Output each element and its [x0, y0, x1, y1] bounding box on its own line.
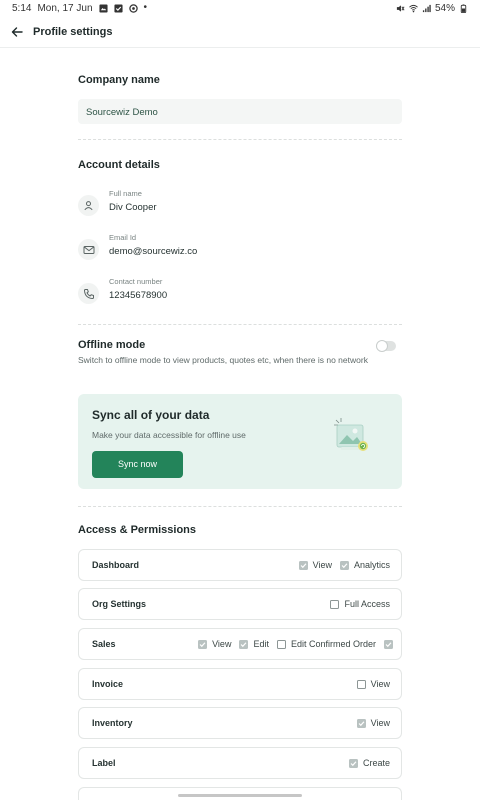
sales-edit-checkbox[interactable]: Edit	[239, 639, 269, 649]
option-label: View	[370, 679, 390, 689]
page-title: Profile settings	[33, 25, 113, 38]
access-permissions-heading: Access & Permissions	[78, 524, 197, 536]
permission-row-org-settings: Org Settings Full Access	[78, 588, 402, 620]
email-label: Email Id	[109, 233, 137, 242]
email-value: demo@sourcewiz.co	[109, 246, 198, 257]
battery-percent: 54%	[434, 2, 455, 14]
section-divider	[78, 506, 402, 507]
gallery-notification-icon	[98, 3, 108, 13]
section-divider	[78, 139, 402, 140]
checkbox-checked-icon	[239, 639, 249, 649]
contact-number-value: 12345678900	[109, 290, 168, 301]
checkbox-unchecked-icon	[276, 639, 286, 649]
image-sync-icon	[334, 418, 368, 451]
user-icon	[78, 195, 99, 216]
sales-view-checkbox[interactable]: View	[198, 639, 231, 649]
permission-options: Full Access	[330, 589, 390, 619]
option-label: View	[212, 639, 232, 649]
checkbox-unchecked-icon	[356, 679, 366, 689]
phone-icon	[78, 283, 99, 304]
mail-icon	[78, 239, 99, 260]
home-indicator[interactable]	[178, 794, 302, 797]
permission-row-sales: Sales View Edit Edit Confirmed Order	[78, 628, 402, 660]
more-notifications-dot-icon: •	[143, 2, 148, 13]
checkbox-unchecked-icon	[330, 599, 340, 609]
permission-options: View	[356, 669, 390, 699]
option-label: Create	[362, 758, 390, 768]
checkbox-checked-icon	[384, 639, 393, 649]
permission-options: View	[356, 708, 390, 738]
invoice-view-checkbox[interactable]: View	[356, 679, 390, 689]
permission-row-dashboard: Dashboard View Analytics	[78, 549, 402, 581]
permission-name: Sales	[92, 639, 116, 649]
permission-options: View Edit Edit Confirmed Order	[198, 629, 398, 659]
email-row: Email Id demo@sourcewiz.co	[78, 233, 402, 267]
permission-name: Label	[92, 758, 116, 768]
permission-row-inventory: Inventory View	[78, 707, 402, 739]
arrow-left-icon	[11, 26, 23, 37]
sync-notification-icon	[128, 3, 138, 13]
offline-mode-toggle[interactable]	[376, 340, 396, 352]
offline-mode-description: Switch to offline mode to view products,…	[78, 355, 368, 365]
option-label: View	[312, 560, 332, 570]
status-time: 5:14	[12, 2, 32, 14]
sync-card: Sync all of your data Make your data acc…	[78, 394, 402, 489]
permission-options: View Analytics	[298, 550, 390, 580]
permission-name: Inventory	[92, 718, 133, 728]
checkbox-checked-icon	[198, 639, 208, 649]
permission-options: Create	[348, 748, 390, 778]
section-divider	[78, 324, 402, 325]
option-label: View	[370, 718, 390, 728]
dashboard-analytics-checkbox[interactable]: Analytics	[339, 560, 390, 570]
full-name-row: Full name Div Cooper	[78, 189, 402, 223]
option-label: Edit	[253, 639, 269, 649]
app-bar: Profile settings	[0, 16, 480, 48]
toggle-knob	[376, 340, 388, 352]
sales-more-checkbox[interactable]	[384, 639, 398, 649]
status-bar: 5:14 Mon, 17 Jun • 54%	[0, 0, 480, 16]
sales-edit-confirmed-order-checkbox[interactable]: Edit Confirmed Order	[276, 639, 376, 649]
full-name-label: Full name	[109, 189, 142, 198]
permission-name: Org Settings	[92, 599, 147, 609]
label-create-checkbox[interactable]: Create	[348, 758, 390, 768]
full-name-value: Div Cooper	[109, 202, 157, 213]
battery-icon	[460, 3, 467, 13]
option-label: Edit Confirmed Order	[290, 639, 376, 649]
contact-number-row: Contact number 12345678900	[78, 277, 402, 311]
option-label: Full Access	[344, 599, 390, 609]
sync-now-button[interactable]: Sync now	[92, 451, 183, 478]
sync-card-subtitle: Make your data accessible for offline us…	[92, 430, 246, 440]
offline-mode-heading: Offline mode	[78, 339, 146, 351]
option-label: Analytics	[353, 560, 390, 570]
checkbox-checked-icon	[298, 560, 308, 570]
company-name-heading: Company name	[78, 74, 160, 86]
account-details-heading: Account details	[78, 159, 160, 171]
sync-card-title: Sync all of your data	[92, 408, 210, 422]
signal-icon	[422, 4, 431, 12]
contact-number-label: Contact number	[109, 277, 163, 286]
checkbox-checked-icon	[356, 718, 366, 728]
permission-row-invoice: Invoice View	[78, 668, 402, 700]
permission-name: Dashboard	[92, 560, 140, 570]
org-settings-full-access-checkbox[interactable]: Full Access	[330, 599, 390, 609]
inventory-view-checkbox[interactable]: View	[356, 718, 390, 728]
wifi-icon	[409, 4, 418, 12]
permission-name: Invoice	[92, 679, 124, 689]
status-date: Mon, 17 Jun	[37, 2, 93, 14]
checkbox-checked-icon	[348, 758, 358, 768]
mute-icon	[396, 4, 405, 12]
dashboard-view-checkbox[interactable]: View	[298, 560, 332, 570]
checkbox-checked-icon	[339, 560, 349, 570]
permission-row-label: Label Create	[78, 747, 402, 779]
company-name-field[interactable]: Sourcewiz Demo	[78, 99, 402, 124]
back-button[interactable]	[10, 25, 24, 39]
check-notification-icon	[113, 3, 123, 13]
